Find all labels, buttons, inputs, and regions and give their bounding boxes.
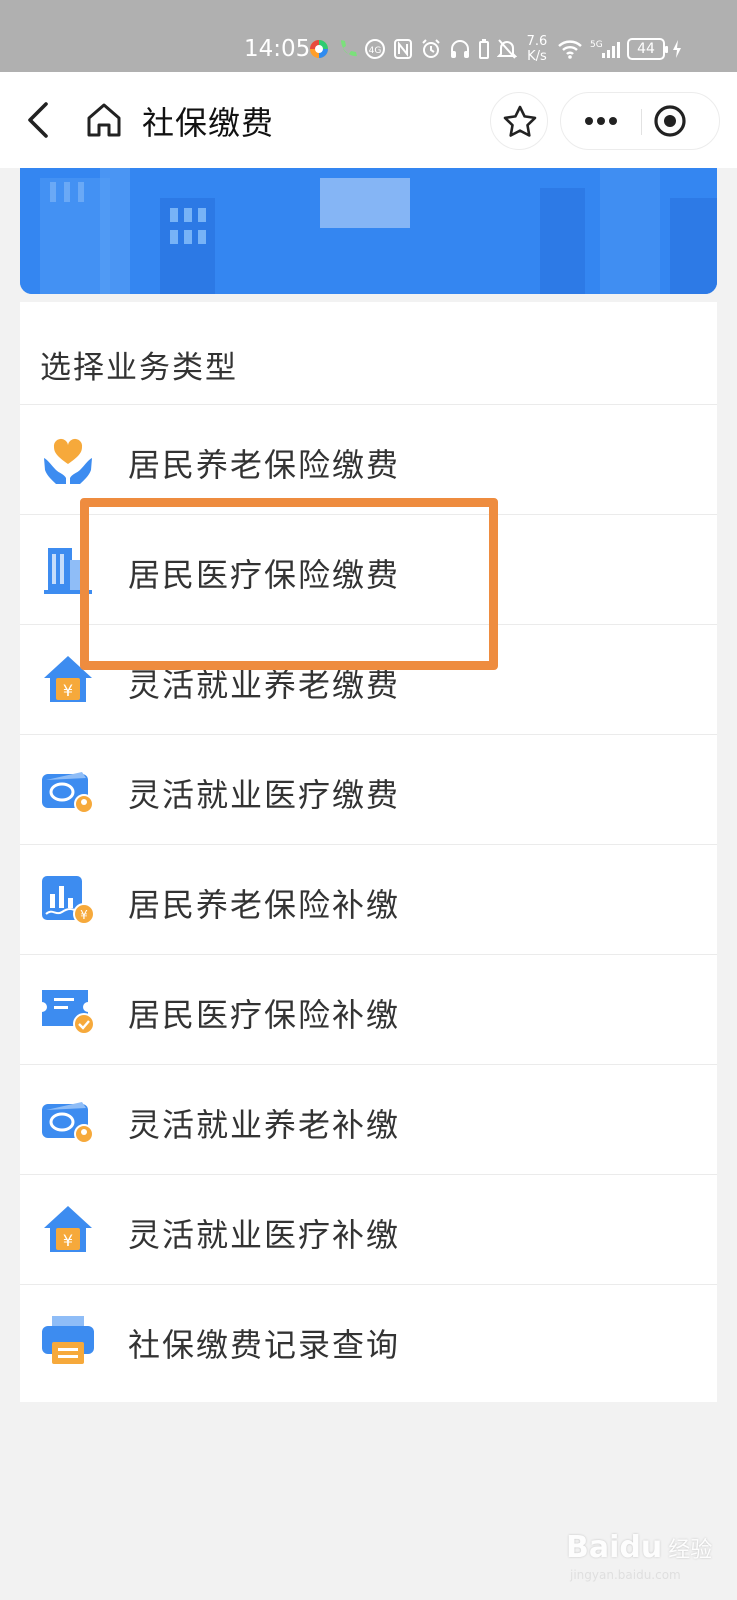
phone-icon (341, 40, 357, 57)
more-dots-icon (585, 117, 617, 125)
mini-program-capsule (560, 92, 720, 150)
signal-5g-icon: 5G (590, 40, 620, 58)
svg-text:¥: ¥ (63, 681, 73, 700)
list-item-label: 居民养老保险缴费 (128, 446, 401, 484)
page-title: 社保缴费 (142, 104, 275, 142)
mute-bell-icon (497, 39, 517, 59)
home-icon[interactable] (84, 100, 124, 140)
list-item-label: 灵活就业医疗补缴 (128, 1216, 401, 1254)
list-item-payment-record-query[interactable]: 社保缴费记录查询 (20, 1284, 717, 1394)
nfc-icon: 4G (365, 39, 385, 59)
favorite-button[interactable] (490, 92, 548, 150)
more-button[interactable] (561, 93, 641, 149)
svg-text:4G: 4G (369, 46, 382, 56)
list-item-resident-medical-supplement[interactable]: 居民医疗保险补缴 (20, 954, 717, 1064)
list-item-label: 居民养老保险补缴 (128, 886, 401, 924)
star-icon (503, 105, 537, 137)
close-mini-program-button[interactable] (642, 93, 720, 149)
charging-icon (673, 40, 681, 58)
highlight-annotation-box (80, 498, 498, 670)
section-title: 选择业务类型 (40, 350, 238, 386)
house-yuan-icon: ¥ (44, 1206, 92, 1252)
battery-indicator: 44 (627, 38, 668, 60)
app-colorful-icon (310, 40, 328, 58)
list-item-label: 灵活就业医疗缴费 (128, 776, 401, 814)
list-item-label: 灵活就业养老补缴 (128, 1106, 401, 1144)
nav-bar: 社保缴费 (0, 72, 737, 168)
business-type-card: 选择业务类型 居民养老保险缴费 居民医疗保险缴费 ¥ 灵活就业养老缴费 灵活就业… (20, 302, 717, 1402)
watermark: Baidu 经验 jingyan.baidu.com (566, 1530, 713, 1582)
net-speed: 7.6 K/s (524, 34, 550, 64)
status-time: 14:05 (244, 36, 311, 62)
list-item-resident-pension-supplement[interactable]: ¥ 居民养老保险补缴 (20, 844, 717, 954)
chart-yuan-icon: ¥ (42, 876, 95, 925)
ticket-check-icon (42, 990, 95, 1035)
watermark-sub: 经验 (668, 1538, 713, 1563)
svg-text:5G: 5G (590, 40, 603, 50)
nfc-n-icon (394, 39, 412, 59)
list-item-label: 居民医疗保险补缴 (128, 996, 401, 1034)
watermark-brand: Baidu (566, 1530, 663, 1565)
status-icons: 4G 7.6 K/s 5G 44 (308, 34, 682, 64)
printer-icon (42, 1316, 94, 1364)
net-speed-value: 7.6 (526, 34, 548, 49)
social-security-card-icon (42, 772, 94, 814)
heart-hands-icon (44, 438, 92, 484)
alarm-icon (422, 39, 440, 58)
wifi-icon (558, 40, 582, 59)
social-security-card-icon (42, 1102, 94, 1144)
list-item-label: 社保缴费记录查询 (128, 1326, 401, 1364)
headphones-icon (451, 40, 469, 58)
svg-text:¥: ¥ (63, 1231, 73, 1250)
list-item-flexible-pension-supplement[interactable]: 灵活就业养老补缴 (20, 1064, 717, 1174)
banner-buildings-illustration (20, 168, 717, 294)
back-arrow-icon[interactable] (22, 98, 56, 142)
banner (20, 168, 717, 294)
net-speed-unit: K/s (527, 49, 547, 64)
target-circle-icon (654, 105, 686, 137)
watermark-url: jingyan.baidu.com (570, 1568, 681, 1582)
list-item-flexible-medical-supplement[interactable]: ¥ 灵活就业医疗补缴 (20, 1174, 717, 1284)
list-item-flexible-medical-payment[interactable]: 灵活就业医疗缴费 (20, 734, 717, 844)
small-battery-icon (479, 39, 489, 59)
svg-text:¥: ¥ (80, 908, 88, 922)
status-bar: 14:05 4G 7.6 K/s 5G 44 (0, 0, 737, 72)
